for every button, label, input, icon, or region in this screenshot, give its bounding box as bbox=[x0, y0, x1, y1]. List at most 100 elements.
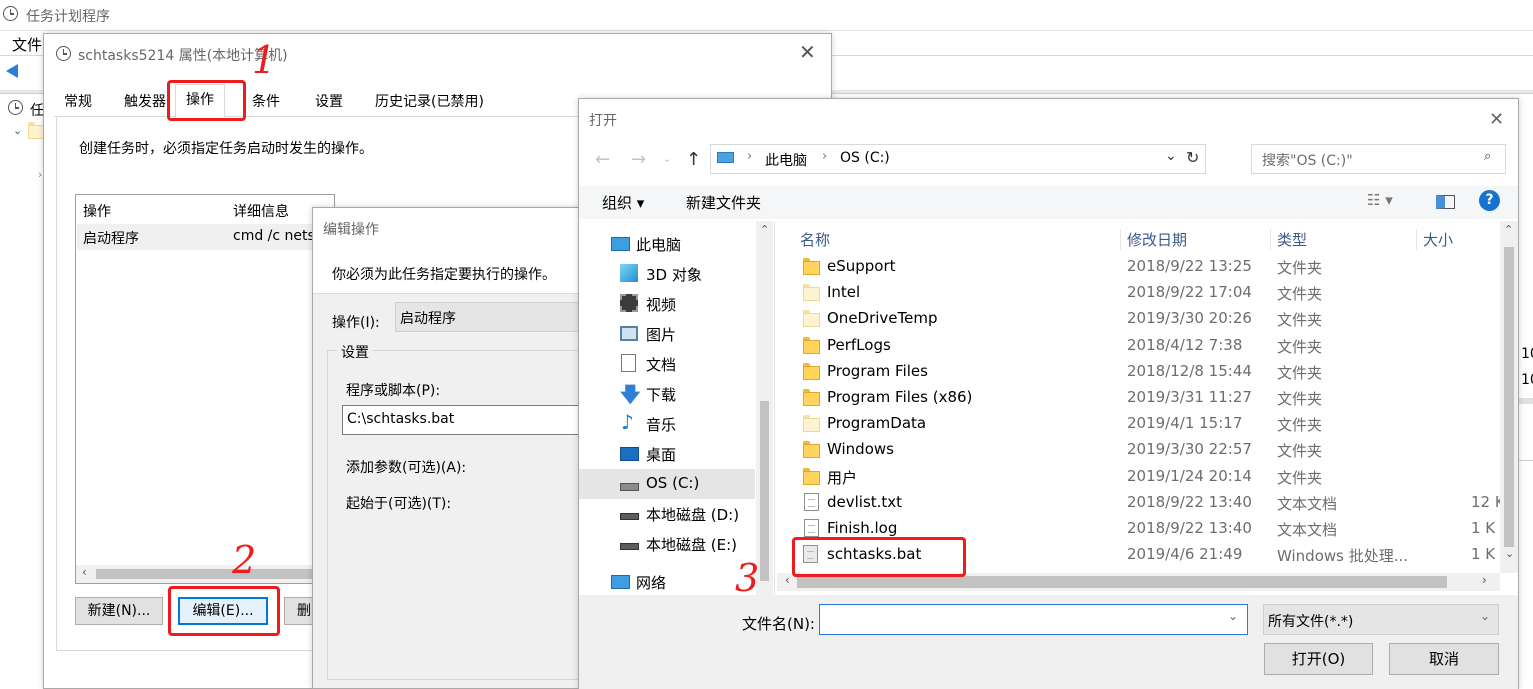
file-scroll-up-icon[interactable]: ⌃ bbox=[1504, 223, 1513, 236]
file-type-dropdown-icon[interactable]: ⌄ bbox=[1480, 609, 1490, 623]
file-row[interactable]: ProgramData 2019/4/1 15:17 文件夹 bbox=[777, 411, 1517, 437]
tree-child-chevron-icon[interactable]: › bbox=[38, 168, 42, 181]
menu-file[interactable]: 文件 bbox=[12, 34, 42, 55]
file-row[interactable]: PerfLogs 2018/4/12 7:38 文件夹 bbox=[777, 333, 1517, 359]
column-type[interactable]: 类型 bbox=[1270, 229, 1307, 250]
nav-pictures[interactable]: 图片 bbox=[579, 319, 755, 349]
address-bar[interactable]: › 此电脑 › OS (C:) ⌄ ↻ bbox=[710, 144, 1206, 174]
nav-downloads[interactable]: 🡇 下载 bbox=[579, 379, 755, 409]
cancel-button[interactable]: 取消 bbox=[1389, 643, 1499, 675]
filename-dropdown-icon[interactable]: ⌄ bbox=[1228, 609, 1238, 623]
file-date: 2019/3/30 22:57 bbox=[1127, 440, 1252, 459]
tab-settings[interactable]: 设置 bbox=[305, 87, 353, 117]
app-clock-icon bbox=[3, 6, 18, 21]
address-drive[interactable]: OS (C:) bbox=[840, 150, 890, 166]
nav-music[interactable]: ♪ 音乐 bbox=[579, 409, 755, 439]
file-row[interactable]: Program Files 2018/12/8 15:44 文件夹 bbox=[777, 359, 1517, 385]
nav-recent-icon[interactable]: ⌄ bbox=[663, 154, 671, 165]
address-dropdown-icon[interactable]: ⌄ bbox=[1165, 148, 1177, 164]
nav-vscroll-thumb[interactable] bbox=[760, 401, 769, 581]
nav-forward-button[interactable]: → bbox=[631, 149, 646, 170]
nav-3d[interactable]: 3D 对象 bbox=[579, 259, 755, 289]
file-vscroll[interactable]: ⌃ ⌄ bbox=[1500, 221, 1518, 573]
file-type: 文件夹 bbox=[1277, 285, 1323, 304]
file-name: 用户 bbox=[827, 468, 858, 487]
help-icon[interactable]: ? bbox=[1479, 190, 1500, 211]
program-input[interactable]: C:\schtasks.bat bbox=[342, 405, 612, 435]
edit-action-select[interactable]: 启动程序 bbox=[395, 302, 605, 332]
pane-splitter[interactable] bbox=[774, 221, 777, 595]
program-label: 程序或脚本(P): bbox=[346, 383, 441, 399]
organize-button[interactable]: 组织 ▾ bbox=[602, 192, 644, 213]
nav-desktop[interactable]: 桌面 bbox=[579, 439, 755, 469]
file-type-select[interactable]: 所有文件(*.*) ⌄ bbox=[1263, 604, 1499, 635]
search-box[interactable]: 搜索"OS (C:)" ⌕ bbox=[1251, 144, 1506, 174]
column-date[interactable]: 修改日期 bbox=[1120, 229, 1187, 250]
column-name[interactable]: 名称 bbox=[800, 229, 830, 250]
refresh-icon[interactable]: ↻ bbox=[1186, 148, 1199, 167]
nav-video[interactable]: 视频 bbox=[579, 289, 755, 319]
file-row[interactable]: Intel 2018/9/22 17:04 文件夹 bbox=[777, 280, 1517, 306]
tab-history[interactable]: 历史记录(已禁用) bbox=[365, 87, 494, 117]
nav-network[interactable]: 网络 bbox=[579, 567, 755, 595]
edit-action-label: 操作(I): bbox=[332, 315, 380, 331]
file-row[interactable]: OneDriveTemp 2019/3/30 20:26 文件夹 bbox=[777, 306, 1517, 332]
new-folder-button[interactable]: 新建文件夹 bbox=[686, 192, 761, 213]
scroll-left-icon[interactable]: ‹ bbox=[82, 565, 87, 579]
list-hscroll-thumb[interactable] bbox=[96, 569, 330, 579]
actions-description: 创建任务时，必须指定任务启动时发生的操作。 bbox=[79, 141, 373, 157]
file-type: 文件夹 bbox=[1277, 390, 1323, 408]
file-row[interactable]: 用户 2019/1/24 20:14 文件夹 bbox=[777, 464, 1517, 490]
tab-conditions[interactable]: 条件 bbox=[242, 87, 290, 117]
nav-documents[interactable]: 文档 bbox=[579, 349, 755, 379]
file-scroll-down-icon[interactable]: ⌄ bbox=[1505, 547, 1514, 560]
actions-list: 操作 详细信息 启动程序 cmd /c nets ‹ bbox=[75, 194, 335, 584]
file-row[interactable]: devlist.txt 2018/9/22 13:40 文本文档 12 K bbox=[777, 490, 1517, 516]
file-row[interactable]: eSupport 2018/9/22 13:25 文件夹 bbox=[777, 254, 1517, 280]
column-action[interactable]: 操作 bbox=[83, 201, 111, 221]
filename-input[interactable]: ⌄ bbox=[819, 604, 1248, 635]
nav-up-button[interactable]: ↑ bbox=[686, 149, 701, 170]
nav-back-button[interactable]: ← bbox=[595, 149, 610, 170]
open-close-button[interactable]: ✕ bbox=[1489, 109, 1504, 130]
open-dialog: 打开 ✕ ← → ⌄ ↑ › 此电脑 › OS (C:) ⌄ ↻ 搜索"OS (… bbox=[578, 98, 1519, 689]
column-size[interactable]: 大小 bbox=[1416, 229, 1453, 250]
list-hscroll[interactable]: ‹ bbox=[76, 565, 334, 583]
new-button[interactable]: 新建(N)... bbox=[75, 597, 163, 625]
sort-indicator-icon: ⌃ bbox=[952, 221, 962, 228]
tree-root-label[interactable]: 任 bbox=[30, 100, 44, 120]
file-name: PerfLogs bbox=[827, 335, 891, 354]
search-input[interactable]: 搜索"OS (C:)" bbox=[1262, 150, 1353, 170]
file-vscroll-thumb[interactable] bbox=[1504, 247, 1514, 547]
nav-drive-d-label: 本地磁盘 (D:) bbox=[646, 506, 740, 524]
address-pc[interactable]: 此电脑 bbox=[765, 150, 807, 170]
network-icon bbox=[611, 575, 630, 589]
pc-icon bbox=[611, 237, 630, 251]
preview-pane-icon[interactable] bbox=[1436, 195, 1455, 209]
open-button[interactable]: 打开(O) bbox=[1264, 643, 1373, 675]
nav-vscroll[interactable]: ⌃ bbox=[756, 221, 773, 595]
file-type: 文件夹 bbox=[1277, 416, 1323, 435]
column-details[interactable]: 详细信息 bbox=[233, 201, 289, 221]
nav-scroll-up-icon[interactable]: ⌃ bbox=[760, 223, 769, 236]
tree-expand-icon[interactable]: ⌄ bbox=[13, 124, 22, 137]
view-options-icon[interactable]: ☷ ▾ bbox=[1367, 191, 1393, 209]
file-scroll-left-icon[interactable]: ‹ bbox=[785, 573, 790, 587]
nav-os-drive[interactable]: OS (C:) bbox=[579, 469, 755, 499]
table-row[interactable]: 启动程序 cmd /c nets bbox=[77, 224, 335, 250]
row-details: cmd /c nets bbox=[233, 228, 315, 244]
tab-general[interactable]: 常规 bbox=[54, 87, 102, 117]
properties-close-button[interactable]: ✕ bbox=[799, 40, 816, 64]
nav-drive-e[interactable]: 本地磁盘 (E:) bbox=[579, 529, 755, 559]
nav-pc[interactable]: 此电脑 bbox=[579, 229, 755, 259]
search-icon[interactable]: ⌕ bbox=[1484, 149, 1491, 164]
nav-drive-d[interactable]: 本地磁盘 (D:) bbox=[579, 499, 755, 529]
file-scroll-right-icon[interactable]: › bbox=[1482, 573, 1487, 587]
file-row[interactable]: Program Files (x86) 2019/3/31 11:27 文件夹 bbox=[777, 385, 1517, 411]
file-hscroll-thumb[interactable] bbox=[797, 576, 1447, 588]
file-name: Windows bbox=[827, 440, 894, 459]
file-date: 2018/9/22 17:04 bbox=[1127, 283, 1252, 302]
nav-desktop-label: 桌面 bbox=[646, 446, 677, 464]
back-arrow-icon[interactable] bbox=[6, 64, 18, 78]
file-row[interactable]: Windows 2019/3/30 22:57 文件夹 bbox=[777, 437, 1517, 463]
